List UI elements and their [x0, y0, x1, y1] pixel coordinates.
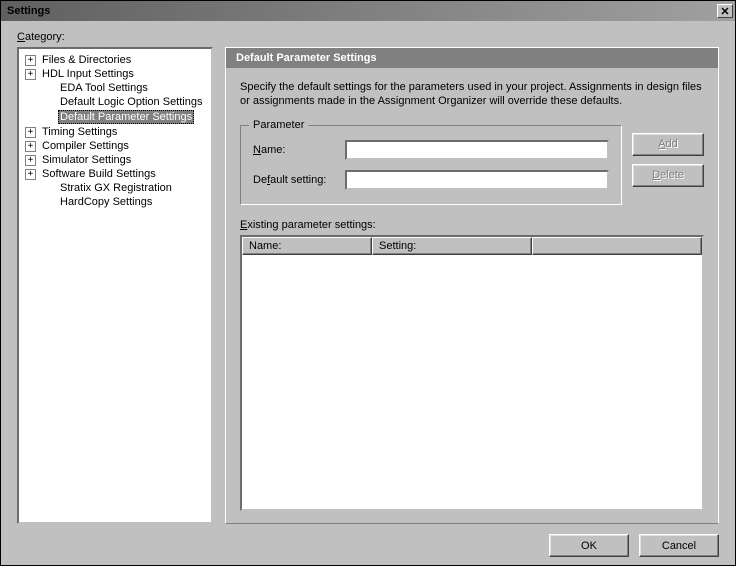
default-label: Default setting:	[253, 174, 345, 186]
tree-item[interactable]: Default Logic Option Settings	[21, 95, 209, 109]
tree-indent	[43, 112, 54, 123]
tree-indent	[43, 197, 54, 208]
column-setting[interactable]: Setting:	[372, 237, 532, 255]
existing-label: Existing parameter settings:	[240, 219, 704, 231]
side-buttons: Add Delete	[632, 133, 704, 187]
tree-item[interactable]: + Simulator Settings	[21, 153, 209, 167]
category-tree[interactable]: + Files & Directories + HDL Input Settings E…	[17, 47, 213, 524]
expand-icon[interactable]: +	[25, 69, 36, 80]
close-icon: ✕	[720, 5, 729, 18]
tree-indent	[43, 83, 54, 94]
category-label: Category:	[17, 31, 719, 43]
column-spacer	[532, 237, 702, 255]
tree-item-label: Software Build Settings	[40, 168, 158, 180]
parameter-fieldset: Parameter Name: Default setting:	[240, 125, 622, 205]
expand-icon[interactable]: +	[25, 127, 36, 138]
close-button[interactable]: ✕	[717, 4, 733, 18]
dialog-body: Category: + Files & Directories + HDL Input…	[1, 21, 735, 565]
tree-item[interactable]: Default Parameter Settings	[21, 109, 209, 125]
tree-item[interactable]: + Files & Directories	[21, 53, 209, 67]
default-field: Default setting:	[253, 170, 609, 190]
panel-description: Specify the default settings for the par…	[240, 80, 704, 109]
existing-table[interactable]: Name: Setting:	[240, 235, 704, 511]
tree-item[interactable]: + Timing Settings	[21, 125, 209, 139]
tree-item[interactable]: HardCopy Settings	[21, 195, 209, 209]
tree-item-label: Simulator Settings	[40, 154, 133, 166]
name-field: Name:	[253, 140, 609, 160]
settings-panel: Default Parameter Settings Specify the d…	[225, 47, 719, 524]
settings-window: Settings ✕ Category: + Files & Directorie…	[0, 0, 736, 566]
tree-item[interactable]: EDA Tool Settings	[21, 81, 209, 95]
delete-button[interactable]: Delete	[632, 164, 704, 187]
tree-item-label: Compiler Settings	[40, 140, 131, 152]
name-label: Name:	[253, 144, 345, 156]
column-name[interactable]: Name:	[242, 237, 372, 255]
expand-icon[interactable]: +	[25, 55, 36, 66]
tree-item-label: Default Logic Option Settings	[58, 96, 204, 108]
expand-icon[interactable]: +	[25, 169, 36, 180]
fieldset-legend: Parameter	[249, 119, 308, 131]
tree-item-label: HardCopy Settings	[58, 196, 154, 208]
tree-item-label: EDA Tool Settings	[58, 82, 150, 94]
tree-item-label: Default Parameter Settings	[58, 110, 194, 124]
panel-title: Default Parameter Settings	[226, 48, 718, 68]
add-button[interactable]: Add	[632, 133, 704, 156]
tree-item[interactable]: Stratix GX Registration	[21, 181, 209, 195]
dialog-footer: OK Cancel	[17, 524, 719, 557]
tree-item-label: Timing Settings	[40, 126, 119, 138]
parameter-row: Parameter Name: Default setting: A	[240, 125, 704, 205]
tree-item-label: Stratix GX Registration	[58, 182, 174, 194]
tree-item[interactable]: + Compiler Settings	[21, 139, 209, 153]
tree-indent	[43, 97, 54, 108]
titlebar: Settings ✕	[1, 1, 735, 21]
expand-icon[interactable]: +	[25, 155, 36, 166]
tree-item-label: HDL Input Settings	[40, 68, 136, 80]
panel-body: Specify the default settings for the par…	[226, 68, 718, 523]
ok-button[interactable]: OK	[549, 534, 629, 557]
expand-icon[interactable]: +	[25, 141, 36, 152]
table-header: Name: Setting:	[242, 237, 702, 255]
name-input[interactable]	[345, 140, 609, 160]
cancel-button[interactable]: Cancel	[639, 534, 719, 557]
tree-item[interactable]: + HDL Input Settings	[21, 67, 209, 81]
tree-item-label: Files & Directories	[40, 54, 133, 66]
default-input[interactable]	[345, 170, 609, 190]
window-title: Settings	[7, 5, 50, 17]
main-area: + Files & Directories + HDL Input Settings E…	[17, 47, 719, 524]
tree-indent	[43, 183, 54, 194]
tree-item[interactable]: + Software Build Settings	[21, 167, 209, 181]
